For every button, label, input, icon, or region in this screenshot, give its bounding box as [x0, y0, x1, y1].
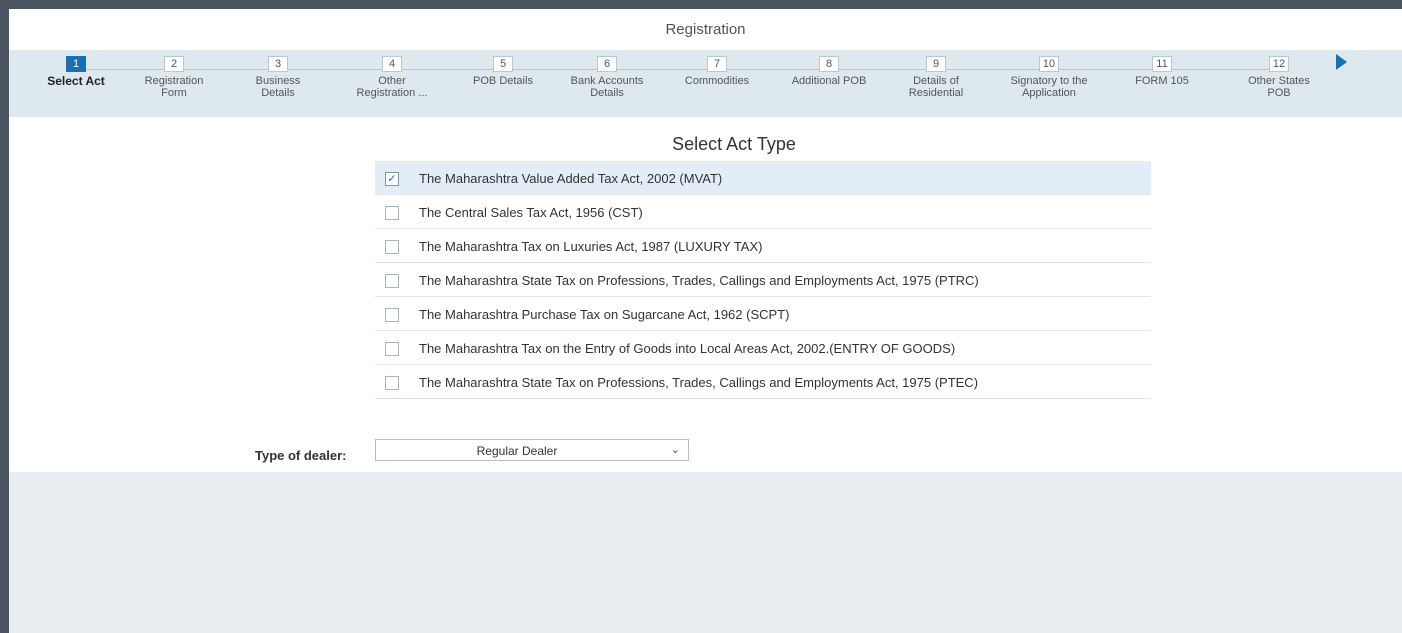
window-frame-left [0, 0, 9, 633]
step-label: Commodities [684, 75, 750, 87]
chevron-down-icon: ⌄ [670, 444, 680, 456]
step-label: Bank Accounts Details [570, 75, 644, 99]
step-number: 2 [164, 56, 184, 72]
act-option-row[interactable]: The Maharashtra State Tax on Professions… [375, 365, 1151, 399]
title-bar: Registration [9, 9, 1402, 51]
act-option-label: The Maharashtra Tax on the Entry of Good… [419, 341, 956, 356]
step-number: 8 [819, 56, 839, 72]
act-option-row[interactable]: ✓ The Maharashtra Value Added Tax Act, 20… [375, 161, 1151, 195]
step-label: Select Act [47, 74, 105, 88]
step-label: Registration Form [144, 75, 204, 99]
step-label: Other States POB [1248, 75, 1310, 99]
next-steps-arrow-icon[interactable] [1336, 54, 1347, 70]
page-title: Registration [665, 21, 746, 38]
step-number: 6 [597, 56, 617, 72]
section-title: Select Act Type [672, 134, 796, 154]
window-frame-top [0, 0, 1402, 9]
step-number: 12 [1269, 56, 1289, 72]
step-label: Details of Residential [908, 75, 964, 99]
act-option-row[interactable]: The Central Sales Tax Act, 1956 (CST) [375, 195, 1151, 229]
wizard-step-12[interactable]: 12 Other States POB [1229, 56, 1329, 99]
step-number: 1 [66, 56, 86, 72]
step-label: POB Details [473, 75, 533, 87]
act-option-row[interactable]: The Maharashtra State Tax on Professions… [375, 263, 1151, 297]
wizard-step-11[interactable]: 11 FORM 105 [1112, 56, 1212, 87]
step-number: 7 [707, 56, 727, 72]
step-number: 3 [268, 56, 288, 72]
wizard-steps-bar: 1 Select Act 2 Registration Form 3 Business Det… [9, 51, 1402, 117]
checked-checkbox[interactable]: ✓ [385, 172, 399, 186]
step-number: 4 [382, 56, 402, 72]
checkbox[interactable] [385, 240, 399, 254]
wizard-step-1[interactable]: 1 Select Act [26, 56, 126, 87]
checkbox[interactable] [385, 342, 399, 356]
wizard-step-7[interactable]: 7 Commodities [667, 56, 767, 87]
wizard-step-10[interactable]: 10 Signatory to the Application [999, 56, 1099, 99]
wizard-step-2[interactable]: 2 Registration Form [124, 56, 224, 99]
step-number: 10 [1039, 56, 1059, 72]
act-option-row[interactable]: The Maharashtra Purchase Tax on Sugarcan… [375, 297, 1151, 331]
act-option-label: The Maharashtra State Tax on Professions… [419, 273, 979, 288]
wizard-step-8[interactable]: 8 Additional POB [779, 56, 879, 87]
dealer-type-label: Type of dealer: [255, 448, 347, 463]
act-option-label: The Maharashtra Purchase Tax on Sugarcan… [419, 307, 790, 322]
act-option-label: The Maharashtra Value Added Tax Act, 200… [419, 171, 723, 186]
dealer-type-select[interactable]: Regular Dealer ⌄ [375, 439, 689, 461]
wizard-step-5[interactable]: 5 POB Details [453, 56, 553, 87]
wizard-step-6[interactable]: 6 Bank Accounts Details [557, 56, 657, 99]
checkbox[interactable] [385, 206, 399, 220]
select-act-panel: Select Act Type ✓ The Maharashtra Value A… [9, 117, 1402, 472]
act-type-list: ✓ The Maharashtra Value Added Tax Act, 20… [375, 161, 1151, 399]
step-label: FORM 105 [1135, 75, 1189, 87]
act-option-row[interactable]: The Maharashtra Tax on Luxuries Act, 198… [375, 229, 1151, 263]
act-option-label: The Central Sales Tax Act, 1956 (CST) [419, 205, 643, 220]
wizard-step-9[interactable]: 9 Details of Residential [886, 56, 986, 99]
wizard-step-3[interactable]: 3 Business Details [228, 56, 328, 99]
step-number: 9 [926, 56, 946, 72]
step-number: 11 [1152, 56, 1172, 72]
checkbox[interactable] [385, 274, 399, 288]
act-option-label: The Maharashtra State Tax on Professions… [419, 375, 979, 390]
act-option-row[interactable]: The Maharashtra Tax on the Entry of Good… [375, 331, 1151, 365]
wizard-step-4[interactable]: 4 Other Registration ... [342, 56, 442, 99]
step-number: 5 [493, 56, 513, 72]
step-label: Additional POB [791, 75, 867, 87]
registration-app: Registration 1 Select Act 2 Registration For… [9, 9, 1402, 633]
step-label: Signatory to the Application [1010, 75, 1088, 99]
checkbox[interactable] [385, 376, 399, 390]
step-label: Business Details [255, 75, 301, 99]
checkbox[interactable] [385, 308, 399, 322]
dealer-type-value: Regular Dealer [476, 444, 558, 458]
act-option-label: The Maharashtra Tax on Luxuries Act, 198… [419, 239, 763, 254]
step-label: Other Registration ... [356, 75, 428, 99]
